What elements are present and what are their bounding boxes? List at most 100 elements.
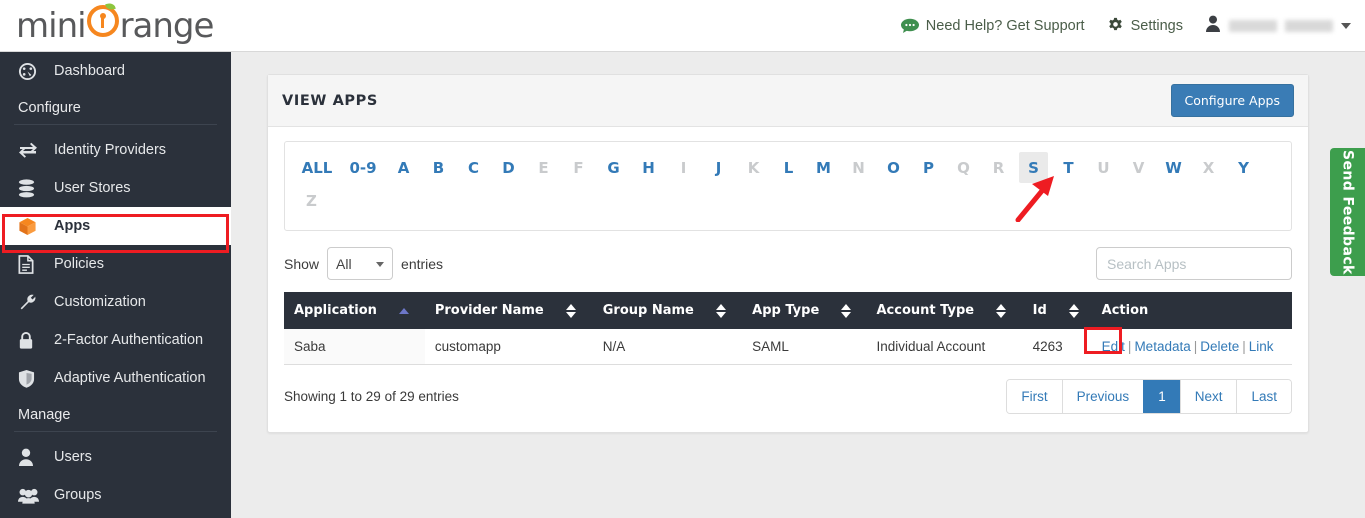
alpha-filter-d[interactable]: D bbox=[494, 152, 523, 183]
user-name bbox=[1229, 19, 1333, 32]
alpha-filter-n: N bbox=[852, 158, 865, 177]
alpha-filter-w[interactable]: W bbox=[1159, 152, 1188, 183]
alpha-filter-m[interactable]: M bbox=[809, 152, 838, 183]
column-header-application[interactable]: Application bbox=[284, 292, 425, 329]
lock-icon bbox=[18, 331, 44, 350]
sidebar-item-users[interactable]: Users bbox=[0, 438, 231, 476]
cell-group-name: N/A bbox=[592, 329, 743, 365]
sidebar-item-label: Adaptive Authentication bbox=[54, 370, 206, 386]
alpha-filter-p[interactable]: P bbox=[914, 152, 943, 183]
pagination-first[interactable]: First bbox=[1007, 380, 1062, 413]
table-header: Application Provider Name Group Name App Ty… bbox=[284, 292, 1292, 329]
sidebar-divider bbox=[14, 431, 217, 432]
sidebar-item-customization[interactable]: Customization bbox=[0, 283, 231, 321]
alpha-filter-a[interactable]: A bbox=[389, 152, 418, 183]
sort-both-icon bbox=[715, 303, 726, 318]
alpha-filter-i: I bbox=[680, 158, 687, 177]
send-feedback-tab[interactable]: Send Feedback bbox=[1330, 148, 1365, 276]
apps-table: Application Provider Name Group Name App Ty… bbox=[284, 292, 1292, 365]
alpha-filter-g[interactable]: G bbox=[599, 152, 628, 183]
action-link-edit[interactable]: Edit bbox=[1102, 339, 1125, 354]
column-header-provider-name[interactable]: Provider Name bbox=[424, 292, 593, 329]
sidebar-item-label: User Stores bbox=[54, 180, 131, 196]
cell-id: 4263 bbox=[1022, 329, 1092, 365]
alpha-filter-s[interactable]: S bbox=[1019, 152, 1048, 183]
configure-apps-button[interactable]: Configure Apps bbox=[1170, 84, 1294, 117]
action-link-metadata[interactable]: Metadata bbox=[1134, 339, 1190, 354]
alpha-filter-h[interactable]: H bbox=[634, 152, 663, 183]
sidebar-item-label: Dashboard bbox=[54, 63, 125, 79]
panel-body: ALL 0-9 A B C D E F G H I J K L M N O P Q R S T U V W X Y Z Show Al… bbox=[268, 127, 1308, 432]
sidebar-heading-manage: Manage bbox=[18, 407, 71, 423]
sidebar-item-label: Users bbox=[54, 449, 92, 465]
chevron-down-icon bbox=[376, 262, 385, 267]
sidebar-item-groups[interactable]: Groups bbox=[0, 476, 231, 514]
alpha-filter-u: U bbox=[1097, 158, 1110, 177]
sort-both-icon bbox=[565, 303, 576, 318]
box-icon bbox=[18, 217, 44, 236]
brand-logo[interactable]: mini range bbox=[16, 1, 214, 46]
top-header-bar: mini range Need Help? Get Support Settin… bbox=[0, 0, 1365, 52]
column-header-app-type[interactable]: App Type bbox=[742, 292, 867, 329]
sort-both-icon bbox=[841, 303, 852, 318]
database-icon bbox=[18, 178, 44, 198]
column-header-id[interactable]: Id bbox=[1022, 292, 1092, 329]
page-size-value: All bbox=[336, 255, 352, 272]
alpha-filter-c[interactable]: C bbox=[459, 152, 488, 183]
sidebar-item-identity-providers[interactable]: Identity Providers bbox=[0, 131, 231, 169]
table-controls: Show All entries bbox=[284, 247, 1292, 280]
dashboard-icon bbox=[18, 62, 44, 81]
column-header-group-name[interactable]: Group Name bbox=[592, 292, 743, 329]
alpha-filter-l[interactable]: L bbox=[774, 152, 803, 183]
exchange-arrows-icon bbox=[18, 142, 44, 158]
sidebar-item-policies[interactable]: Policies bbox=[0, 245, 231, 283]
sort-both-icon bbox=[1068, 303, 1079, 318]
settings-link-label: Settings bbox=[1130, 17, 1183, 34]
action-link-delete[interactable]: Delete bbox=[1200, 339, 1239, 354]
settings-link[interactable]: Settings bbox=[1107, 17, 1183, 34]
alpha-filter-f: F bbox=[573, 158, 584, 177]
pagination-1[interactable]: 1 bbox=[1143, 380, 1180, 413]
alpha-filter-k: K bbox=[747, 158, 760, 177]
cell-account-type: Individual Account bbox=[866, 329, 1023, 365]
alpha-filter-t[interactable]: T bbox=[1054, 152, 1083, 183]
brand-name-prefix: mini bbox=[16, 6, 87, 46]
sidebar-item-2fa[interactable]: 2-Factor Authentication bbox=[0, 321, 231, 359]
panel-header: VIEW APPS Configure Apps bbox=[268, 75, 1308, 127]
alpha-filter-0-9[interactable]: 0-9 bbox=[343, 152, 383, 183]
sidebar-item-label: Groups bbox=[54, 487, 102, 503]
alpha-filter-o[interactable]: O bbox=[879, 152, 908, 183]
page-size-select[interactable]: All bbox=[327, 247, 394, 280]
alpha-filter-all[interactable]: ALL bbox=[297, 152, 337, 183]
alpha-filter-r: R bbox=[992, 158, 1005, 177]
sidebar-item-label: 2-Factor Authentication bbox=[54, 332, 204, 348]
alpha-filter-b[interactable]: B bbox=[424, 152, 453, 183]
users-group-icon bbox=[18, 487, 44, 504]
action-separator: | bbox=[1127, 339, 1132, 354]
column-header-label: Group Name bbox=[602, 303, 694, 318]
pagination-last[interactable]: Last bbox=[1236, 380, 1291, 413]
show-label: Show bbox=[284, 255, 320, 272]
pagination-previous[interactable]: Previous bbox=[1061, 380, 1144, 413]
support-link[interactable]: Need Help? Get Support bbox=[900, 18, 1085, 34]
sort-asc-icon bbox=[398, 307, 409, 314]
alpha-filter-j[interactable]: J bbox=[704, 152, 733, 183]
sidebar-item-dashboard[interactable]: Dashboard bbox=[0, 52, 231, 90]
cell-action: Edit | Metadata | Delete | Link bbox=[1091, 329, 1292, 365]
shield-icon bbox=[18, 369, 44, 388]
entries-label: entries bbox=[401, 255, 444, 272]
column-header-account-type[interactable]: Account Type bbox=[866, 292, 1023, 329]
column-header-label: Application bbox=[294, 303, 377, 318]
pagination-next[interactable]: Next bbox=[1179, 380, 1237, 413]
show-entries-control: Show All entries bbox=[284, 247, 443, 280]
column-header-label: Account Type bbox=[876, 303, 975, 318]
orange-keyhole-icon bbox=[86, 1, 119, 37]
search-input[interactable] bbox=[1096, 247, 1292, 280]
document-icon bbox=[18, 254, 44, 274]
sidebar-item-user-stores[interactable]: User Stores bbox=[0, 169, 231, 207]
alpha-filter-y[interactable]: Y bbox=[1229, 152, 1258, 183]
sidebar-item-adaptive-authentication[interactable]: Adaptive Authentication bbox=[0, 359, 231, 397]
user-menu[interactable] bbox=[1205, 15, 1351, 36]
action-link-link[interactable]: Link bbox=[1249, 339, 1274, 354]
sidebar-item-apps[interactable]: Apps bbox=[0, 207, 231, 245]
